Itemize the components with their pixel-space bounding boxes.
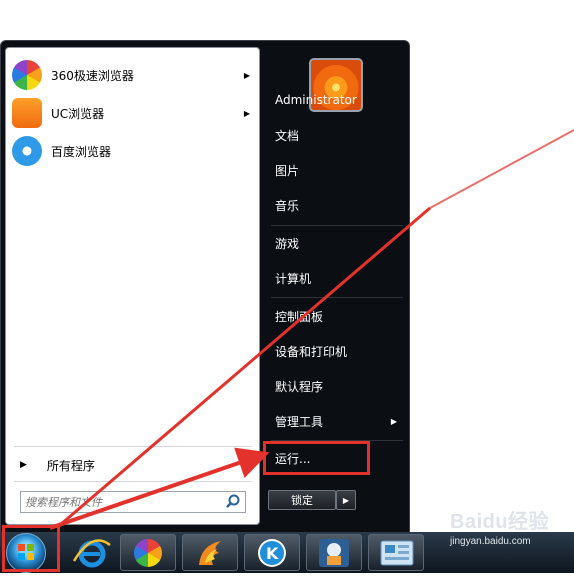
start-button-highlight-box xyxy=(2,525,60,572)
pointer-line-extension xyxy=(429,129,574,209)
watermark-logo: Baidu经验 xyxy=(450,511,550,533)
run-highlight-box xyxy=(263,441,370,475)
baidu-watermark: Baidu经验 jingyan.baidu.com xyxy=(450,505,574,547)
watermark-url: jingyan.baidu.com xyxy=(450,536,531,547)
arrow-to-run xyxy=(49,447,270,530)
pointer-line xyxy=(59,206,431,527)
annotation-arrows xyxy=(49,129,574,530)
